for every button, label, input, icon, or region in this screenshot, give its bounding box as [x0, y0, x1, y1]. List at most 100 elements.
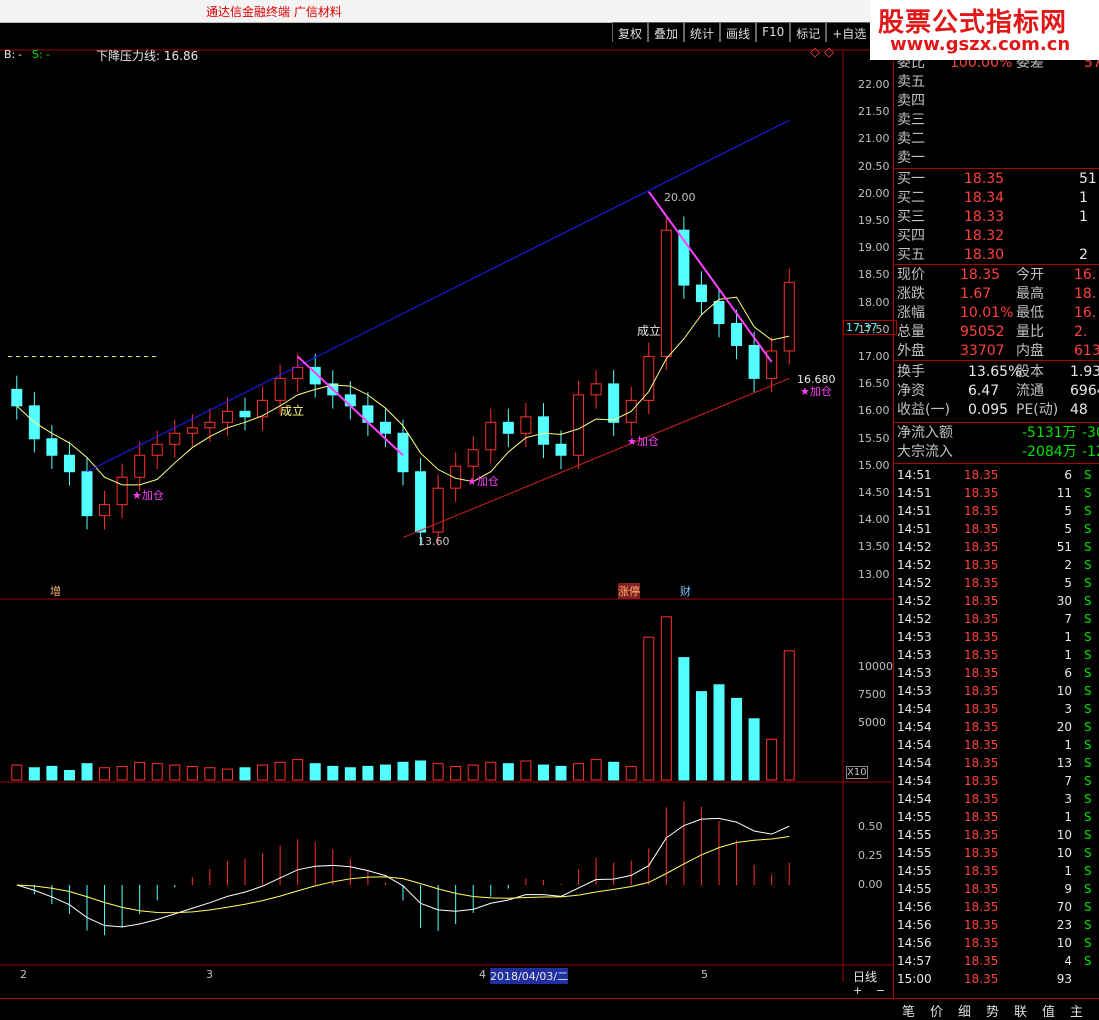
candle-body — [731, 323, 743, 346]
tick-row: 14:52 18.35 30 S — [894, 592, 1099, 610]
price-tick-label: 18.00 — [858, 295, 890, 309]
tick-volume: 20 — [1056, 720, 1072, 734]
tick-row: 14:52 18.35 7 S — [894, 610, 1099, 628]
volume-bar — [309, 763, 321, 781]
candle-body — [204, 421, 216, 429]
tick-volume: 10 — [1056, 936, 1072, 950]
flow-label: 净流入额 — [897, 425, 953, 441]
x10-label[interactable]: X10 — [846, 766, 868, 779]
volume-bar — [397, 761, 409, 781]
tab-zhu[interactable]: 主 — [1070, 1001, 1083, 1020]
zoom-out-button[interactable]: − — [876, 984, 885, 997]
volume-bar — [239, 767, 251, 781]
period-label[interactable]: 日线 — [853, 968, 877, 985]
bid-row: 买四 18.32 — [894, 227, 1099, 246]
stat-row: 外盘 33707 内盘 613 — [894, 342, 1099, 361]
tick-row: 14:56 18.35 10 S — [894, 934, 1099, 952]
bid-volume: 2 — [1079, 247, 1088, 263]
stat-value: 16. — [1074, 305, 1097, 321]
toolbar-button-diejia[interactable]: 叠加 — [648, 22, 685, 42]
tick-side: S — [1084, 612, 1092, 626]
tick-time: 14:55 — [897, 864, 932, 878]
tick-side: S — [1084, 810, 1092, 824]
event-cai[interactable]: 财 — [680, 583, 691, 599]
candle-body — [274, 377, 286, 401]
bid-price: 18.35 — [964, 171, 1005, 187]
event-zeng[interactable]: 增 — [50, 583, 61, 599]
price-tick-label: 16.00 — [858, 404, 890, 418]
tick-row: 14:55 18.35 10 S — [894, 844, 1099, 862]
tick-price: 18.35 — [964, 720, 999, 734]
tick-time: 14:54 — [897, 792, 932, 806]
volume-bar — [555, 765, 567, 781]
candle-body — [695, 284, 707, 303]
tick-time: 14:55 — [897, 846, 932, 860]
tick-row: 14:56 18.35 23 S — [894, 916, 1099, 934]
candle-body — [151, 443, 163, 456]
tick-side: S — [1084, 648, 1092, 662]
toolbar-button-huaxian[interactable]: 画线 — [720, 22, 757, 42]
volume-bar — [783, 650, 795, 781]
bottom-tab-bar: 笔 价 细 势 联 值 主 — [0, 998, 1099, 1020]
stat-value: 1.93 — [1070, 364, 1099, 380]
flow-value-2: -30 — [1082, 425, 1099, 441]
stat-label: 股本 — [1016, 364, 1044, 380]
candle-body — [134, 454, 146, 478]
diamond-icon[interactable]: ◇ ◇ — [810, 45, 834, 60]
tab-zhi[interactable]: 值 — [1042, 1001, 1055, 1020]
tab-xi[interactable]: 细 — [958, 1001, 971, 1020]
price-tick-label: 17.00 — [858, 350, 890, 363]
volume-bar — [186, 765, 198, 781]
bid-label: 买四 — [897, 228, 925, 244]
tick-volume: 5 — [1064, 522, 1072, 536]
low-price-label: 13.60 — [418, 535, 450, 548]
tick-price: 18.35 — [964, 540, 999, 554]
event-zhangting[interactable]: 涨停 — [618, 583, 640, 599]
month-label-2: 2 — [20, 968, 27, 981]
candle-body — [783, 281, 795, 352]
toolbar-button-tongji[interactable]: 统计 — [684, 22, 721, 42]
toolbar-button-biaoji[interactable]: 标记 — [790, 22, 827, 42]
tick-volume: 1 — [1064, 630, 1072, 644]
tick-volume: 7 — [1064, 774, 1072, 788]
candle-body — [660, 229, 672, 357]
volume-bar — [695, 691, 707, 781]
zoom-in-button[interactable]: + — [853, 984, 862, 997]
candle-body — [520, 416, 532, 434]
tick-volume: 7 — [1064, 612, 1072, 626]
toolbar-button-zixuan[interactable]: +自选 — [826, 22, 873, 42]
tick-time: 14:51 — [897, 486, 932, 500]
tick-volume: 1 — [1064, 810, 1072, 824]
tick-row: 14:55 18.35 10 S — [894, 826, 1099, 844]
tick-time: 14:54 — [897, 702, 932, 716]
tab-lian[interactable]: 联 — [1014, 1001, 1027, 1020]
date-hint: 2018/04/03/二 — [490, 968, 569, 984]
volume-bar — [81, 763, 93, 781]
kline-chart-svg[interactable] — [0, 42, 893, 998]
month-label-4: 4 — [479, 968, 486, 981]
candles-layer — [11, 216, 795, 546]
kline-chart-area[interactable]: B: - S: - 下降压力线: 16.86 ◇ ◇ 成立 成立 ★加仓 ★加仓… — [0, 42, 897, 998]
tab-jia[interactable]: 价 — [930, 1001, 943, 1020]
candle-body — [467, 449, 479, 467]
tab-shi[interactable]: 势 — [986, 1001, 999, 1020]
candle-body — [169, 432, 181, 445]
ask-label: 卖三 — [897, 112, 925, 128]
tick-side: S — [1084, 522, 1092, 536]
cheng-li-label-2: 成立 — [637, 324, 662, 338]
tick-price: 18.35 — [964, 666, 999, 680]
volume-bar — [344, 767, 356, 781]
toolbar-button-fuquan[interactable]: 复权 — [612, 22, 649, 42]
tab-bi[interactable]: 笔 — [902, 1001, 915, 1020]
toolbar-button-f10[interactable]: F10 — [756, 22, 791, 42]
tick-row: 14:55 18.35 1 S — [894, 862, 1099, 880]
volume-bar — [660, 616, 672, 781]
candle-body — [537, 416, 549, 445]
tick-side: S — [1084, 882, 1092, 896]
candle-body — [257, 399, 269, 418]
tick-price: 18.35 — [964, 756, 999, 770]
volume-bar — [274, 761, 286, 781]
tick-side: S — [1084, 702, 1092, 716]
tick-volume: 3 — [1064, 792, 1072, 806]
price-tick-label: 22.00 — [858, 78, 890, 91]
